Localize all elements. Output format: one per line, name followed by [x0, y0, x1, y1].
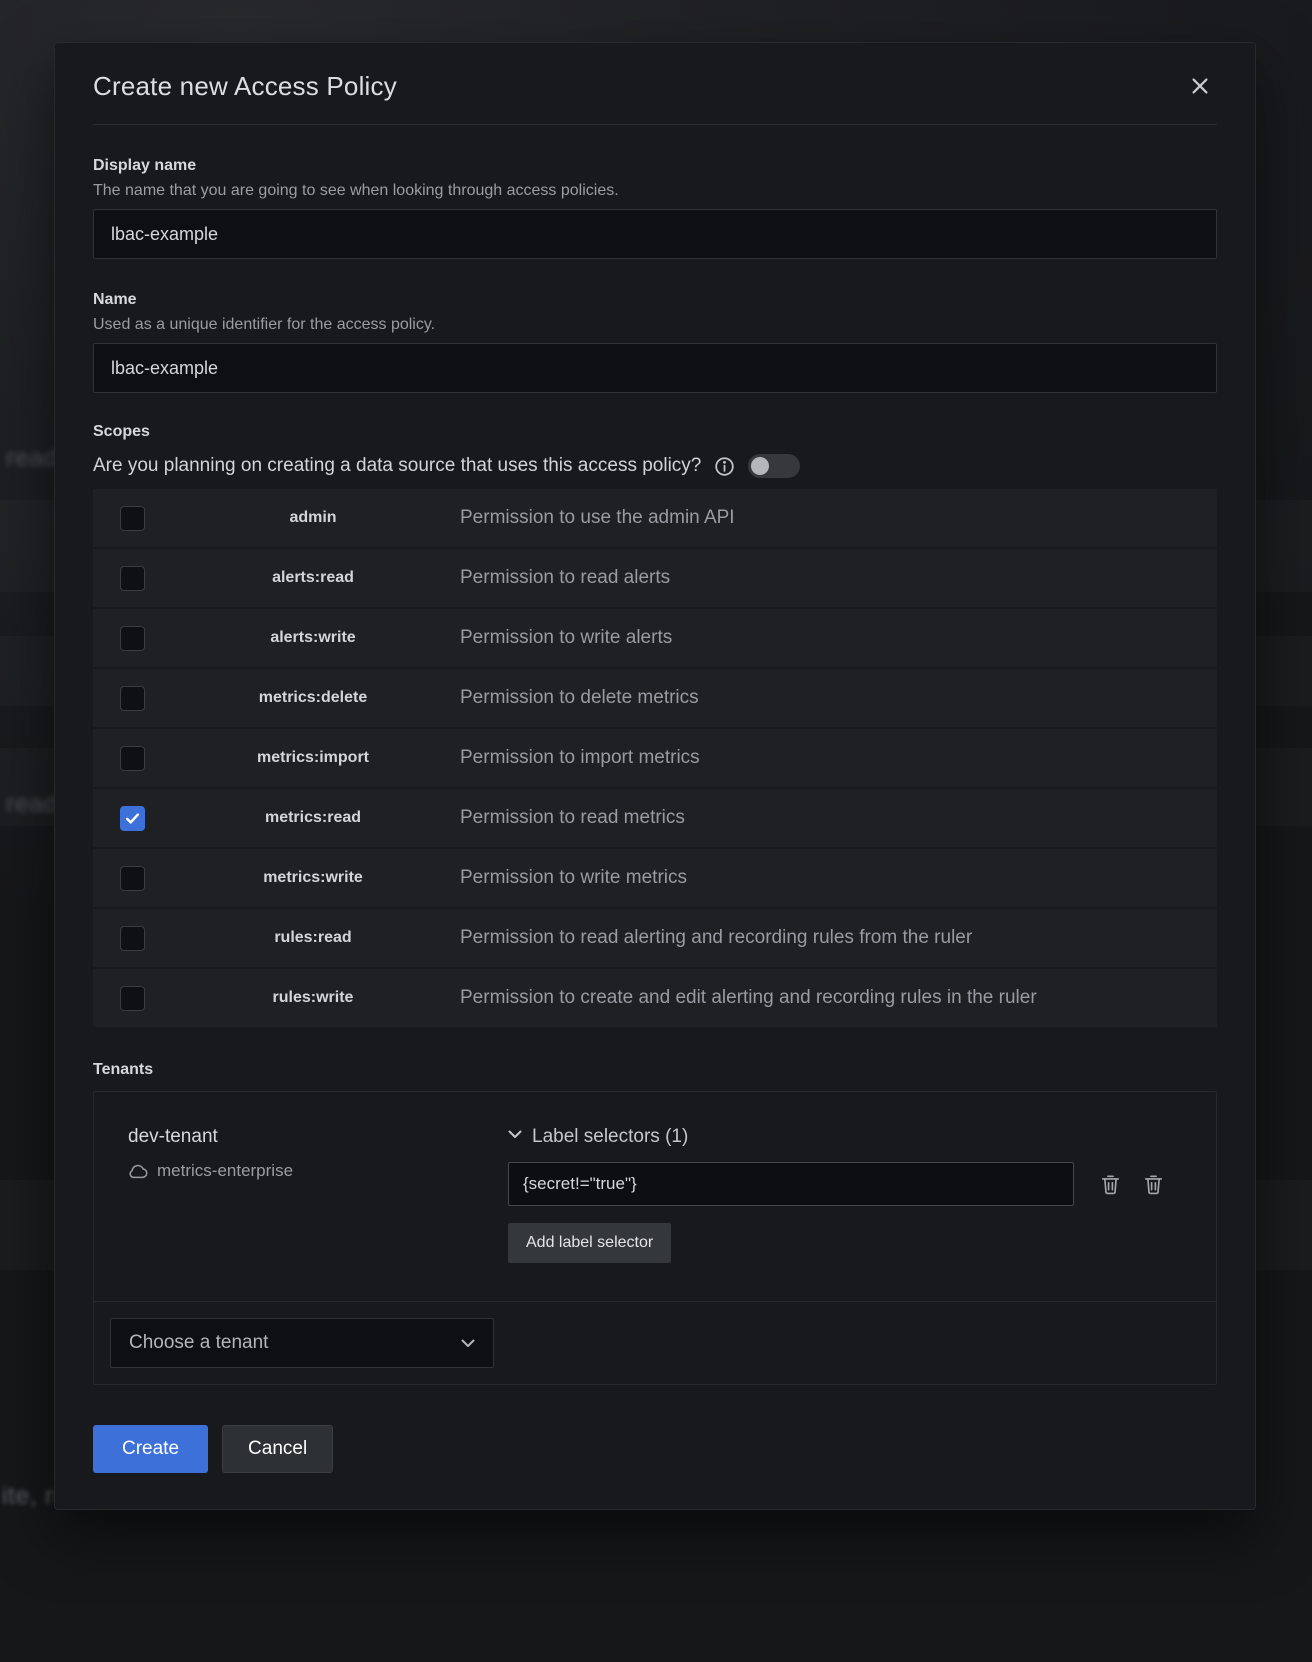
info-icon[interactable]: [714, 456, 735, 477]
label-selectors-title: Label selectors (1): [532, 1126, 688, 1148]
scope-checkbox[interactable]: [120, 866, 145, 891]
name-description: Used as a unique identifier for the acce…: [93, 316, 1217, 334]
tenant-card: dev-tenant metrics-enterprise: [94, 1092, 1216, 1301]
scope-row: alerts:read Permission to read alerts: [93, 549, 1217, 607]
tenants-label: Tenants: [93, 1061, 1217, 1079]
modal-title: Create new Access Policy: [93, 71, 397, 102]
label-selectors-toggle[interactable]: Label selectors (1): [508, 1126, 1191, 1148]
scope-name: alerts:write: [170, 629, 456, 647]
scope-row: metrics:write Permission to write metric…: [93, 849, 1217, 907]
create-button[interactable]: Create: [93, 1425, 208, 1473]
display-name-label: Display name: [93, 157, 1217, 175]
choose-tenant-select[interactable]: Choose a tenant: [110, 1318, 494, 1368]
scope-checkbox[interactable]: [120, 986, 145, 1011]
scope-row: alerts:write Permission to write alerts: [93, 609, 1217, 667]
name-field-group: Name Used as a unique identifier for the…: [93, 291, 1217, 393]
datasource-question-row: Are you planning on creating a data sour…: [93, 454, 1217, 478]
scope-name: metrics:import: [170, 749, 456, 767]
datasource-question-text: Are you planning on creating a data sour…: [93, 455, 701, 477]
scope-description: Permission to write metrics: [456, 863, 1162, 893]
display-name-description: The name that you are going to see when …: [93, 182, 1217, 200]
delete-tenant-trash-icon[interactable]: [1144, 1174, 1163, 1195]
scope-checkbox[interactable]: [120, 926, 145, 951]
scope-checkbox[interactable]: [120, 746, 145, 771]
backdrop-text-fragment: read: [6, 444, 58, 473]
modal-actions: Create Cancel: [93, 1425, 1217, 1473]
scope-list: admin Permission to use the admin API al…: [93, 489, 1217, 1027]
display-name-field-group: Display name The name that you are going…: [93, 157, 1217, 259]
scope-name: admin: [170, 509, 456, 527]
scope-checkbox[interactable]: [120, 566, 145, 591]
create-access-policy-modal: Create new Access Policy Display name Th…: [54, 42, 1256, 1510]
scope-row: metrics:import Permission to import metr…: [93, 729, 1217, 787]
scope-checkbox[interactable]: [120, 806, 145, 831]
scope-name: metrics:write: [170, 869, 456, 887]
scope-description: Permission to write alerts: [456, 623, 1162, 653]
scope-name: alerts:read: [170, 569, 456, 587]
display-name-input[interactable]: [93, 209, 1217, 259]
chevron-down-icon: [461, 1339, 475, 1348]
close-icon[interactable]: [1183, 69, 1217, 103]
scope-row: metrics:read Permission to read metrics: [93, 789, 1217, 847]
scope-name: rules:write: [170, 989, 456, 1007]
toggle-knob: [751, 457, 769, 475]
scope-description: Permission to use the admin API: [456, 503, 1162, 533]
tenant-name: dev-tenant: [128, 1126, 508, 1148]
name-label: Name: [93, 291, 1217, 309]
choose-tenant-row: Choose a tenant: [94, 1301, 1216, 1384]
datasource-toggle[interactable]: [748, 454, 800, 478]
scope-description: Permission to delete metrics: [456, 683, 1162, 713]
tenants-section: Tenants dev-tenant metrics-enterprise: [93, 1061, 1217, 1385]
modal-body: Display name The name that you are going…: [55, 157, 1255, 1473]
stack-name: metrics-enterprise: [157, 1161, 293, 1181]
cancel-button[interactable]: Cancel: [222, 1425, 333, 1473]
delete-selector-trash-icon[interactable]: [1101, 1174, 1120, 1195]
cloud-icon: [128, 1164, 148, 1179]
scope-description: Permission to read alerting and recordin…: [456, 923, 1162, 953]
name-input[interactable]: [93, 343, 1217, 393]
scope-name: rules:read: [170, 929, 456, 947]
scope-name: metrics:read: [170, 809, 456, 827]
scope-description: Permission to read alerts: [456, 563, 1162, 593]
check-icon: [124, 810, 141, 827]
add-label-selector-button[interactable]: Add label selector: [508, 1223, 671, 1263]
scope-row: rules:write Permission to create and edi…: [93, 969, 1217, 1027]
chevron-down-icon: [508, 1130, 522, 1139]
label-selector-row: [508, 1162, 1191, 1206]
scope-description: Permission to import metrics: [456, 743, 1162, 773]
modal-header: Create new Access Policy: [93, 43, 1217, 125]
scope-checkbox[interactable]: [120, 686, 145, 711]
scopes-label: Scopes: [93, 423, 1217, 441]
scope-checkbox[interactable]: [120, 506, 145, 531]
scopes-section: Scopes Are you planning on creating a da…: [93, 423, 1217, 1027]
scope-description: Permission to read metrics: [456, 803, 1162, 833]
scope-row: admin Permission to use the admin API: [93, 489, 1217, 547]
label-selector-input[interactable]: [508, 1162, 1074, 1206]
scope-row: metrics:delete Permission to delete metr…: [93, 669, 1217, 727]
scope-checkbox[interactable]: [120, 626, 145, 651]
tenants-panel: dev-tenant metrics-enterprise: [93, 1091, 1217, 1385]
scope-name: metrics:delete: [170, 689, 456, 707]
backdrop-text-fragment: read: [6, 790, 58, 819]
scope-description: Permission to create and edit alerting a…: [456, 983, 1162, 1013]
scope-row: rules:read Permission to read alerting a…: [93, 909, 1217, 967]
choose-tenant-placeholder: Choose a tenant: [129, 1332, 268, 1354]
